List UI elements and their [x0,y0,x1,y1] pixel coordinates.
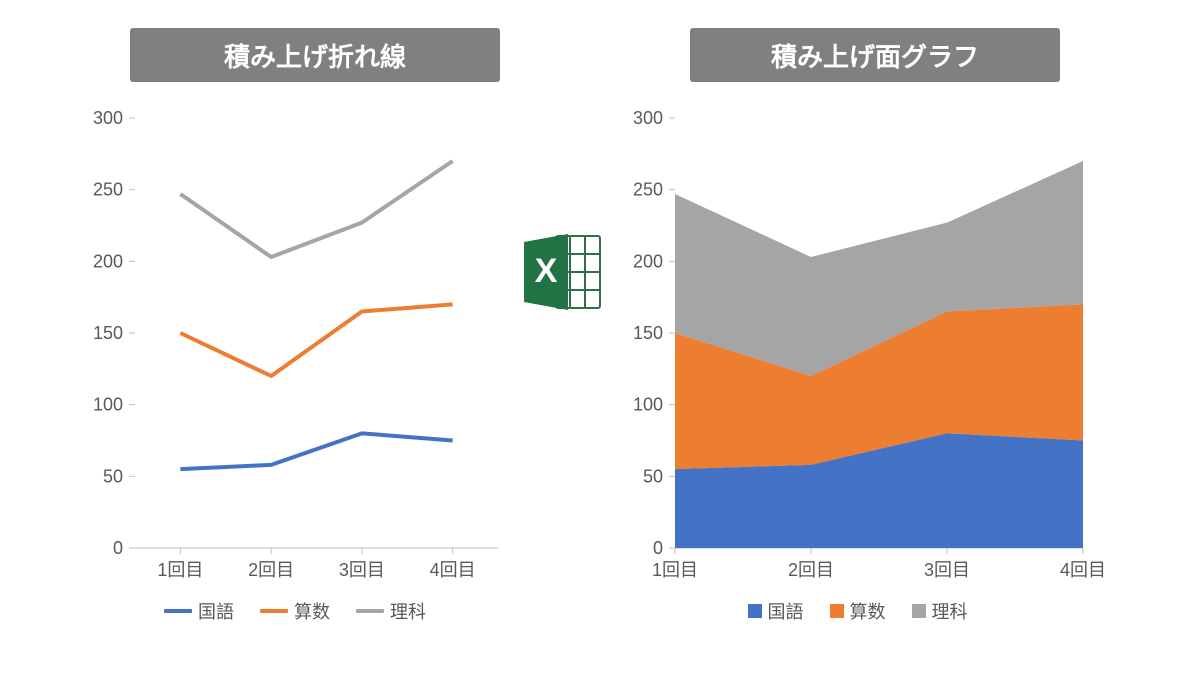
stacked-line-chart: 0 50 100 150 200 250 300 1回目 2回目 3回目 4回目 国語 算数 理科 [80,108,510,628]
legend-item-kokugo: 国語 [748,598,804,624]
legend-item-rika: 理科 [356,598,426,624]
svg-text:100: 100 [93,395,123,415]
svg-text:2回目: 2回目 [248,560,294,580]
svg-text:4回目: 4回目 [1060,560,1106,580]
svg-text:300: 300 [93,108,123,128]
legend-label: 算数 [294,598,330,624]
svg-text:4回目: 4回目 [430,560,476,580]
title-left: 積み上げ折れ線 [130,28,500,82]
svg-text:200: 200 [93,251,123,271]
svg-text:200: 200 [633,251,663,271]
svg-text:X: X [535,252,558,290]
excel-icon: X [520,230,604,319]
legend-right: 国語 算数 理科 [620,598,1095,624]
svg-text:150: 150 [93,323,123,343]
svg-text:2回目: 2回目 [788,560,834,580]
svg-text:100: 100 [633,395,663,415]
svg-text:300: 300 [633,108,663,128]
legend-item-sansu: 算数 [260,598,330,624]
svg-text:0: 0 [113,538,123,558]
svg-text:1回目: 1回目 [157,560,203,580]
legend-item-kokugo: 国語 [164,598,234,624]
legend-label: 理科 [390,598,426,624]
svg-text:150: 150 [633,323,663,343]
svg-text:0: 0 [653,538,663,558]
legend-label: 国語 [198,598,234,624]
legend-item-rika: 理科 [912,598,968,624]
legend-left: 国語 算数 理科 [80,598,510,624]
legend-item-sansu: 算数 [830,598,886,624]
svg-text:50: 50 [643,466,663,486]
svg-text:250: 250 [93,180,123,200]
svg-text:3回目: 3回目 [339,560,385,580]
legend-label: 理科 [932,598,968,624]
stacked-area-chart: 0501001502002503001回目2回目3回目4回目 国語 算数 理科 [620,108,1095,628]
svg-text:50: 50 [103,466,123,486]
legend-label: 算数 [850,598,886,624]
legend-label: 国語 [768,598,804,624]
svg-text:1回目: 1回目 [652,560,698,580]
svg-text:250: 250 [633,180,663,200]
svg-text:3回目: 3回目 [924,560,970,580]
title-right: 積み上げ面グラフ [690,28,1060,82]
